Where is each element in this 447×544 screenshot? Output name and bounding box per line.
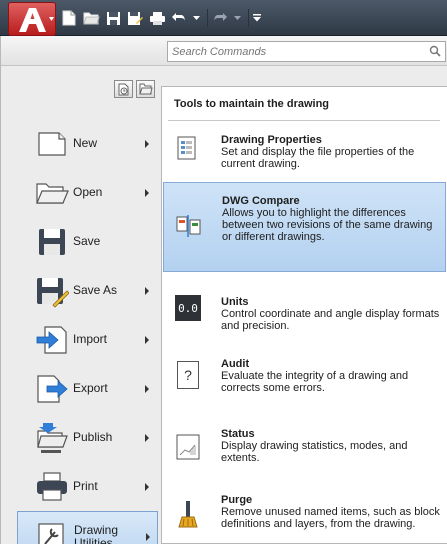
- import-icon: [36, 326, 67, 354]
- toolbar-separator: [207, 9, 208, 27]
- save-icon[interactable]: [104, 9, 122, 27]
- search-field[interactable]: [167, 41, 446, 62]
- search-input[interactable]: [172, 43, 422, 60]
- menu-item-label: Save As: [73, 283, 118, 297]
- tool-audit[interactable]: ? Audit Evaluate the integrity of a draw…: [162, 345, 447, 405]
- search-bar: [1, 36, 447, 66]
- tool-description: Display drawing statistics, modes, and e…: [221, 440, 408, 464]
- export-icon: [37, 375, 68, 403]
- compare-icon: [176, 215, 201, 237]
- application-menu-button[interactable]: [8, 2, 56, 36]
- autocad-logo-icon: [19, 8, 54, 32]
- tool-title: DWG Compare: [222, 195, 300, 207]
- publish-icon: [37, 423, 68, 453]
- submenu-arrow-icon: [146, 533, 150, 541]
- application-menu: New Open Save: [0, 36, 447, 544]
- new-icon: [38, 132, 66, 156]
- plot-icon[interactable]: [148, 9, 166, 27]
- drawing-utilities-icon: [38, 523, 64, 544]
- units-icon: 0.0: [175, 295, 201, 321]
- tool-description: Remove unused named items, such as block…: [221, 506, 440, 530]
- customize-dropdown-icon[interactable]: [252, 9, 261, 27]
- tool-title: Status: [221, 428, 255, 440]
- tool-description: Evaluate the integrity of a drawing and …: [221, 370, 409, 394]
- submenu-divider: [168, 120, 440, 121]
- menu-item-save[interactable]: Save: [17, 217, 158, 266]
- drawing-utilities-submenu: Tools to maintain the drawing Drawing Pr…: [161, 86, 447, 544]
- printer-icon: [37, 472, 67, 501]
- tool-title: Drawing Properties: [221, 134, 322, 146]
- submenu-arrow-icon: [145, 140, 149, 148]
- menu-item-label: Publish: [73, 430, 113, 444]
- submenu-arrow-icon: [145, 483, 149, 491]
- tool-purge[interactable]: Purge Remove unused named items, such as…: [162, 481, 447, 543]
- menu-item-import[interactable]: Import: [17, 315, 158, 364]
- open-documents-button[interactable]: [136, 80, 155, 98]
- redo-dropdown-icon[interactable]: [233, 9, 242, 27]
- tool-title: Purge: [221, 494, 253, 506]
- undo-icon[interactable]: [170, 9, 188, 27]
- menu-item-label: Save: [73, 234, 101, 248]
- toolbar-separator: [248, 9, 249, 27]
- save-as-icon[interactable]: [126, 9, 144, 27]
- submenu-header: Tools to maintain the drawing: [174, 98, 330, 110]
- submenu-arrow-icon: [145, 189, 149, 197]
- tool-title: Units: [221, 296, 249, 308]
- menu-item-new[interactable]: New: [17, 119, 158, 168]
- menu-item-label: New: [73, 136, 98, 150]
- tool-status[interactable]: Status Display drawing statistics, modes…: [162, 415, 447, 471]
- tool-units[interactable]: 0.0 Units Control coordinate and angle d…: [162, 283, 447, 333]
- menu-item-label: Open: [73, 185, 103, 199]
- tool-description: Allows you to highlight the differences …: [222, 207, 433, 243]
- menu-item-open[interactable]: Open: [17, 168, 158, 217]
- recent-documents-button[interactable]: [114, 80, 133, 98]
- tool-drawing-properties[interactable]: Drawing Properties Set and display the f…: [162, 125, 447, 179]
- submenu-arrow-icon: [145, 434, 149, 442]
- new-icon[interactable]: [60, 9, 78, 27]
- menu-item-label: Drawing Utilities: [74, 522, 119, 544]
- tool-description: Control coordinate and angle display for…: [221, 308, 440, 332]
- purge-icon: [178, 501, 198, 528]
- tool-description: Set and display the file properties of t…: [221, 146, 415, 170]
- recent-documents-icon: [118, 83, 129, 95]
- floppy-icon: [39, 229, 65, 255]
- menu-item-save-as[interactable]: Save As: [17, 266, 158, 315]
- menu-item-export[interactable]: Export: [17, 364, 158, 413]
- audit-icon: ?: [177, 361, 199, 389]
- quick-access-toolbar: [0, 0, 447, 36]
- save-as-icon: [37, 278, 69, 308]
- submenu-arrow-icon: [145, 287, 149, 295]
- redo-icon[interactable]: [211, 9, 229, 27]
- menu-item-label: Import: [73, 332, 108, 346]
- tool-title: Audit: [221, 358, 250, 370]
- undo-dropdown-icon[interactable]: [192, 9, 201, 27]
- menu-item-label: Print: [73, 479, 98, 493]
- open-documents-icon: [138, 83, 153, 95]
- menu-item-drawing-utilities[interactable]: Drawing Utilities: [17, 511, 158, 544]
- tool-dwg-compare[interactable]: DWG Compare Allows you to highlight the …: [163, 182, 446, 272]
- view-toggle-group: [111, 80, 155, 98]
- menu-list: New Open Save Save As Import Export Publ…: [17, 119, 158, 544]
- open-icon[interactable]: [82, 9, 100, 27]
- menu-item-print[interactable]: Print: [17, 462, 158, 511]
- submenu-arrow-icon: [145, 336, 149, 344]
- properties-icon: [177, 136, 196, 160]
- search-icon[interactable]: [429, 45, 441, 57]
- menu-item-label: Export: [73, 381, 108, 395]
- menu-item-publish[interactable]: Publish: [17, 413, 158, 462]
- open-folder-icon: [36, 183, 69, 204]
- submenu-arrow-icon: [145, 385, 149, 393]
- status-icon: [176, 434, 200, 460]
